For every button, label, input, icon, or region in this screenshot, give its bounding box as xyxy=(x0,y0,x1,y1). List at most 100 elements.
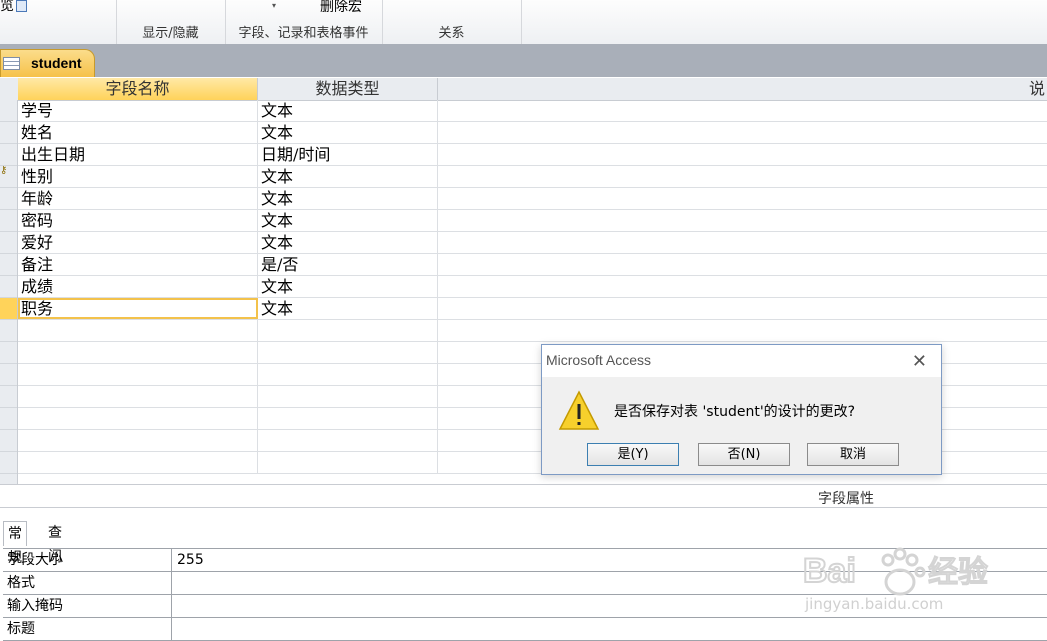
data-type-cell[interactable]: 是/否 xyxy=(258,254,438,275)
property-name: 标题 xyxy=(3,618,172,640)
yes-button[interactable]: 是(Y) xyxy=(587,443,679,466)
data-type-cell[interactable]: 文本 xyxy=(258,100,438,121)
field-name-cell[interactable] xyxy=(18,364,258,385)
row-selector[interactable] xyxy=(0,364,17,386)
row-selector[interactable] xyxy=(0,342,17,364)
property-value[interactable] xyxy=(172,572,177,594)
field-name-cell[interactable] xyxy=(18,430,258,451)
group-label-events: 字段、记录和表格事件 xyxy=(238,26,369,41)
table-row[interactable]: 姓名 文本 xyxy=(18,122,1047,144)
table-row[interactable] xyxy=(18,320,1047,342)
field-name-cell[interactable] xyxy=(18,342,258,363)
column-header-field-name[interactable]: 字段名称 xyxy=(18,78,258,100)
data-type-cell[interactable] xyxy=(258,364,438,385)
data-type-cell[interactable] xyxy=(258,430,438,451)
table-row[interactable]: 性别 文本 xyxy=(18,166,1047,188)
field-properties-title: 字段属性 xyxy=(818,491,874,507)
data-type-cell[interactable] xyxy=(258,452,438,473)
table-row[interactable]: 学号 文本 xyxy=(18,100,1047,122)
data-type-cell[interactable]: 文本 xyxy=(258,122,438,143)
tab-general[interactable]: 常规 xyxy=(3,521,27,566)
grid-header: 字段名称 数据类型 说 xyxy=(0,78,1047,101)
data-type-cell[interactable]: 文本 xyxy=(258,232,438,253)
row-selector[interactable] xyxy=(0,100,17,122)
field-name-cell[interactable]: 密码 xyxy=(18,210,258,231)
data-type-cell[interactable]: 文本 xyxy=(258,298,438,319)
data-type-cell[interactable] xyxy=(258,342,438,363)
data-type-cell[interactable] xyxy=(258,408,438,429)
field-name-cell[interactable] xyxy=(18,408,258,429)
field-name-cell[interactable]: 性别 xyxy=(18,166,258,187)
property-name: 字段大小 xyxy=(3,549,172,571)
field-name-cell[interactable]: 学号 xyxy=(18,100,258,121)
row-selector[interactable] xyxy=(0,254,17,276)
column-header-data-type[interactable]: 数据类型 xyxy=(258,78,438,100)
data-type-cell[interactable]: 日期/时间 xyxy=(258,144,438,165)
field-name-cell[interactable]: 姓名 xyxy=(18,122,258,143)
table-row[interactable]: 备注 是/否 xyxy=(18,254,1047,276)
row-selector[interactable] xyxy=(0,210,17,232)
data-type-cell[interactable]: 文本 xyxy=(258,276,438,297)
row-selector[interactable] xyxy=(0,320,17,342)
dialog-title: Microsoft Access xyxy=(546,352,652,368)
data-type-cell[interactable]: 文本 xyxy=(258,166,438,187)
field-name-cell[interactable]: 出生日期 xyxy=(18,144,258,165)
warning-icon xyxy=(558,390,600,430)
field-name-cell[interactable] xyxy=(18,386,258,407)
row-selector[interactable] xyxy=(0,386,17,408)
row-selector[interactable] xyxy=(0,188,17,210)
row-selector[interactable] xyxy=(0,122,17,144)
data-type-cell[interactable] xyxy=(258,320,438,341)
table-row[interactable]: 出生日期 日期/时间 xyxy=(18,144,1047,166)
object-tab-bar: student xyxy=(0,44,1047,77)
field-name-cell[interactable]: 职务 xyxy=(18,298,258,319)
data-type-cell[interactable]: 文本 xyxy=(258,210,438,231)
table-row[interactable]: 职务 文本 xyxy=(18,298,1047,320)
no-button[interactable]: 否(N) xyxy=(698,443,790,466)
field-name-cell[interactable]: 备注 xyxy=(18,254,258,275)
property-row[interactable]: 格式 xyxy=(3,572,1047,595)
group-label-relationships: 关系 xyxy=(438,26,465,41)
chevron-down-icon[interactable]: ▾ xyxy=(272,1,276,10)
row-selector[interactable] xyxy=(0,430,17,452)
close-icon[interactable]: ✕ xyxy=(912,351,927,372)
delete-macro-button[interactable]: 删除宏 xyxy=(320,0,362,16)
table-row[interactable]: 年龄 文本 xyxy=(18,188,1047,210)
ribbon: 览 显示/隐藏 字段、记录和表格事件 ▾ 删除宏 关系 xyxy=(0,0,1047,45)
field-name-cell[interactable]: 爱好 xyxy=(18,232,258,253)
field-name-cell[interactable]: 年龄 xyxy=(18,188,258,209)
property-value[interactable] xyxy=(172,618,177,640)
field-name-cell[interactable] xyxy=(18,320,258,341)
table-row[interactable]: 成绩 文本 xyxy=(18,276,1047,298)
row-selector[interactable] xyxy=(0,232,17,254)
tab-student[interactable]: student xyxy=(0,49,95,77)
table-row[interactable]: 爱好 文本 xyxy=(18,232,1047,254)
row-selector[interactable] xyxy=(0,452,17,474)
property-row[interactable]: 字段大小 255 xyxy=(3,549,1047,572)
property-row[interactable]: 输入掩码 xyxy=(3,595,1047,618)
field-properties-panel: 字段属性 常规 查阅 字段大小 255 格式 输入掩码 标题 xyxy=(0,484,1047,641)
property-value[interactable]: 255 xyxy=(172,549,204,571)
ribbon-group-show-hide: 显示/隐藏 xyxy=(116,0,226,44)
table-row[interactable]: 密码 文本 xyxy=(18,210,1047,232)
column-header-description[interactable]: 说 xyxy=(438,78,1047,100)
save-changes-dialog: Microsoft Access ✕ 是否保存对表 'student'的设计的更… xyxy=(541,344,942,475)
row-selector[interactable] xyxy=(0,298,17,320)
table-icon xyxy=(3,57,20,70)
property-row[interactable]: 标题 xyxy=(3,618,1047,641)
row-selector[interactable] xyxy=(0,144,17,166)
ribbon-group-views xyxy=(0,0,117,44)
field-name-cell[interactable] xyxy=(18,452,258,473)
property-name: 格式 xyxy=(3,572,172,594)
data-type-cell[interactable] xyxy=(258,386,438,407)
divider xyxy=(0,507,1047,508)
field-name-cell[interactable]: 成绩 xyxy=(18,276,258,297)
tab-lookup[interactable]: 查阅 xyxy=(44,521,66,565)
row-selector[interactable] xyxy=(0,276,17,298)
property-value[interactable] xyxy=(172,595,177,617)
tab-label: student xyxy=(31,55,82,71)
row-selector[interactable] xyxy=(0,408,17,430)
data-type-cell[interactable]: 文本 xyxy=(258,188,438,209)
cancel-button[interactable]: 取消 xyxy=(807,443,899,466)
ribbon-group-relationships: 关系 xyxy=(382,0,522,44)
